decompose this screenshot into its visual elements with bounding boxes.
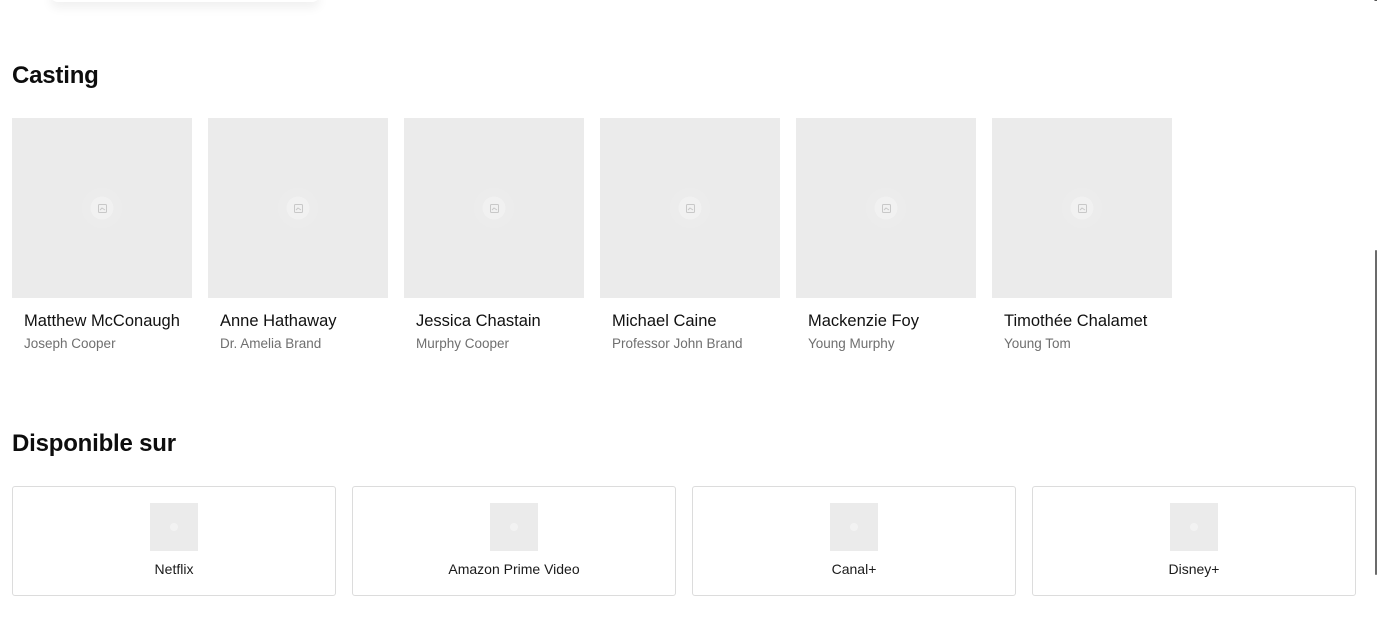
- cast-name: Matthew McConaughey: [24, 312, 180, 330]
- image-placeholder-icon: [278, 188, 318, 228]
- cast-card[interactable]: Mackenzie Foy Young Murphy: [796, 118, 976, 351]
- cast-name: Anne Hathaway: [220, 312, 337, 330]
- cast-name: Timothée Chalamet: [1004, 312, 1148, 330]
- provider-list: Netflix Amazon Prime Video Canal+ Disney…: [12, 486, 1356, 596]
- page: ▲ Casting Matthew McConaughey Joseph Coo…: [0, 0, 1377, 633]
- cast-role: Professor John Brand: [612, 336, 743, 351]
- cast-role: Young Tom: [1004, 336, 1071, 351]
- image-placeholder-icon: [1062, 188, 1102, 228]
- cast-role: Murphy Cooper: [416, 336, 510, 351]
- provider-name: Netflix: [154, 561, 194, 577]
- provider-card[interactable]: Amazon Prime Video: [352, 486, 676, 596]
- provider-name: Canal+: [831, 561, 877, 577]
- cast-photo: [404, 118, 584, 298]
- cast-photo: [992, 118, 1172, 298]
- casting-list: Matthew McConaughey Joseph Cooper Anne H…: [12, 118, 1172, 351]
- availability-section-title: Disponible sur: [12, 430, 176, 457]
- top-card-shadow: [50, 0, 320, 2]
- cast-role: Joseph Cooper: [24, 336, 116, 351]
- cast-photo: [600, 118, 780, 298]
- provider-card[interactable]: Netflix: [12, 486, 336, 596]
- cast-name: Michael Caine: [612, 312, 717, 330]
- scroll-up-arrow-icon[interactable]: ▲: [1373, 0, 1377, 3]
- cast-name: Mackenzie Foy: [808, 312, 919, 330]
- provider-card[interactable]: Disney+: [1032, 486, 1356, 596]
- cast-card[interactable]: Timothée Chalamet Young Tom: [992, 118, 1172, 351]
- cast-photo: [796, 118, 976, 298]
- casting-section-title: Casting: [12, 62, 99, 89]
- cast-card[interactable]: Matthew McConaughey Joseph Cooper: [12, 118, 192, 351]
- image-placeholder-icon: [474, 188, 514, 228]
- provider-name: Amazon Prime Video: [448, 561, 580, 577]
- provider-logo-icon: [830, 503, 878, 551]
- image-placeholder-icon: [82, 188, 122, 228]
- cast-card[interactable]: Michael Caine Professor John Brand: [600, 118, 780, 351]
- image-placeholder-icon: [866, 188, 906, 228]
- image-placeholder-icon: [670, 188, 710, 228]
- cast-card[interactable]: Jessica Chastain Murphy Cooper: [404, 118, 584, 351]
- provider-logo-icon: [490, 503, 538, 551]
- cast-photo: [208, 118, 388, 298]
- provider-logo-icon: [1170, 503, 1218, 551]
- cast-photo: [12, 118, 192, 298]
- cast-role: Young Murphy: [808, 336, 895, 351]
- provider-logo-icon: [150, 503, 198, 551]
- cast-card[interactable]: Anne Hathaway Dr. Amelia Brand: [208, 118, 388, 351]
- provider-name: Disney+: [1168, 561, 1220, 577]
- provider-card[interactable]: Canal+: [692, 486, 1016, 596]
- cast-name: Jessica Chastain: [416, 312, 541, 330]
- cast-role: Dr. Amelia Brand: [220, 336, 322, 351]
